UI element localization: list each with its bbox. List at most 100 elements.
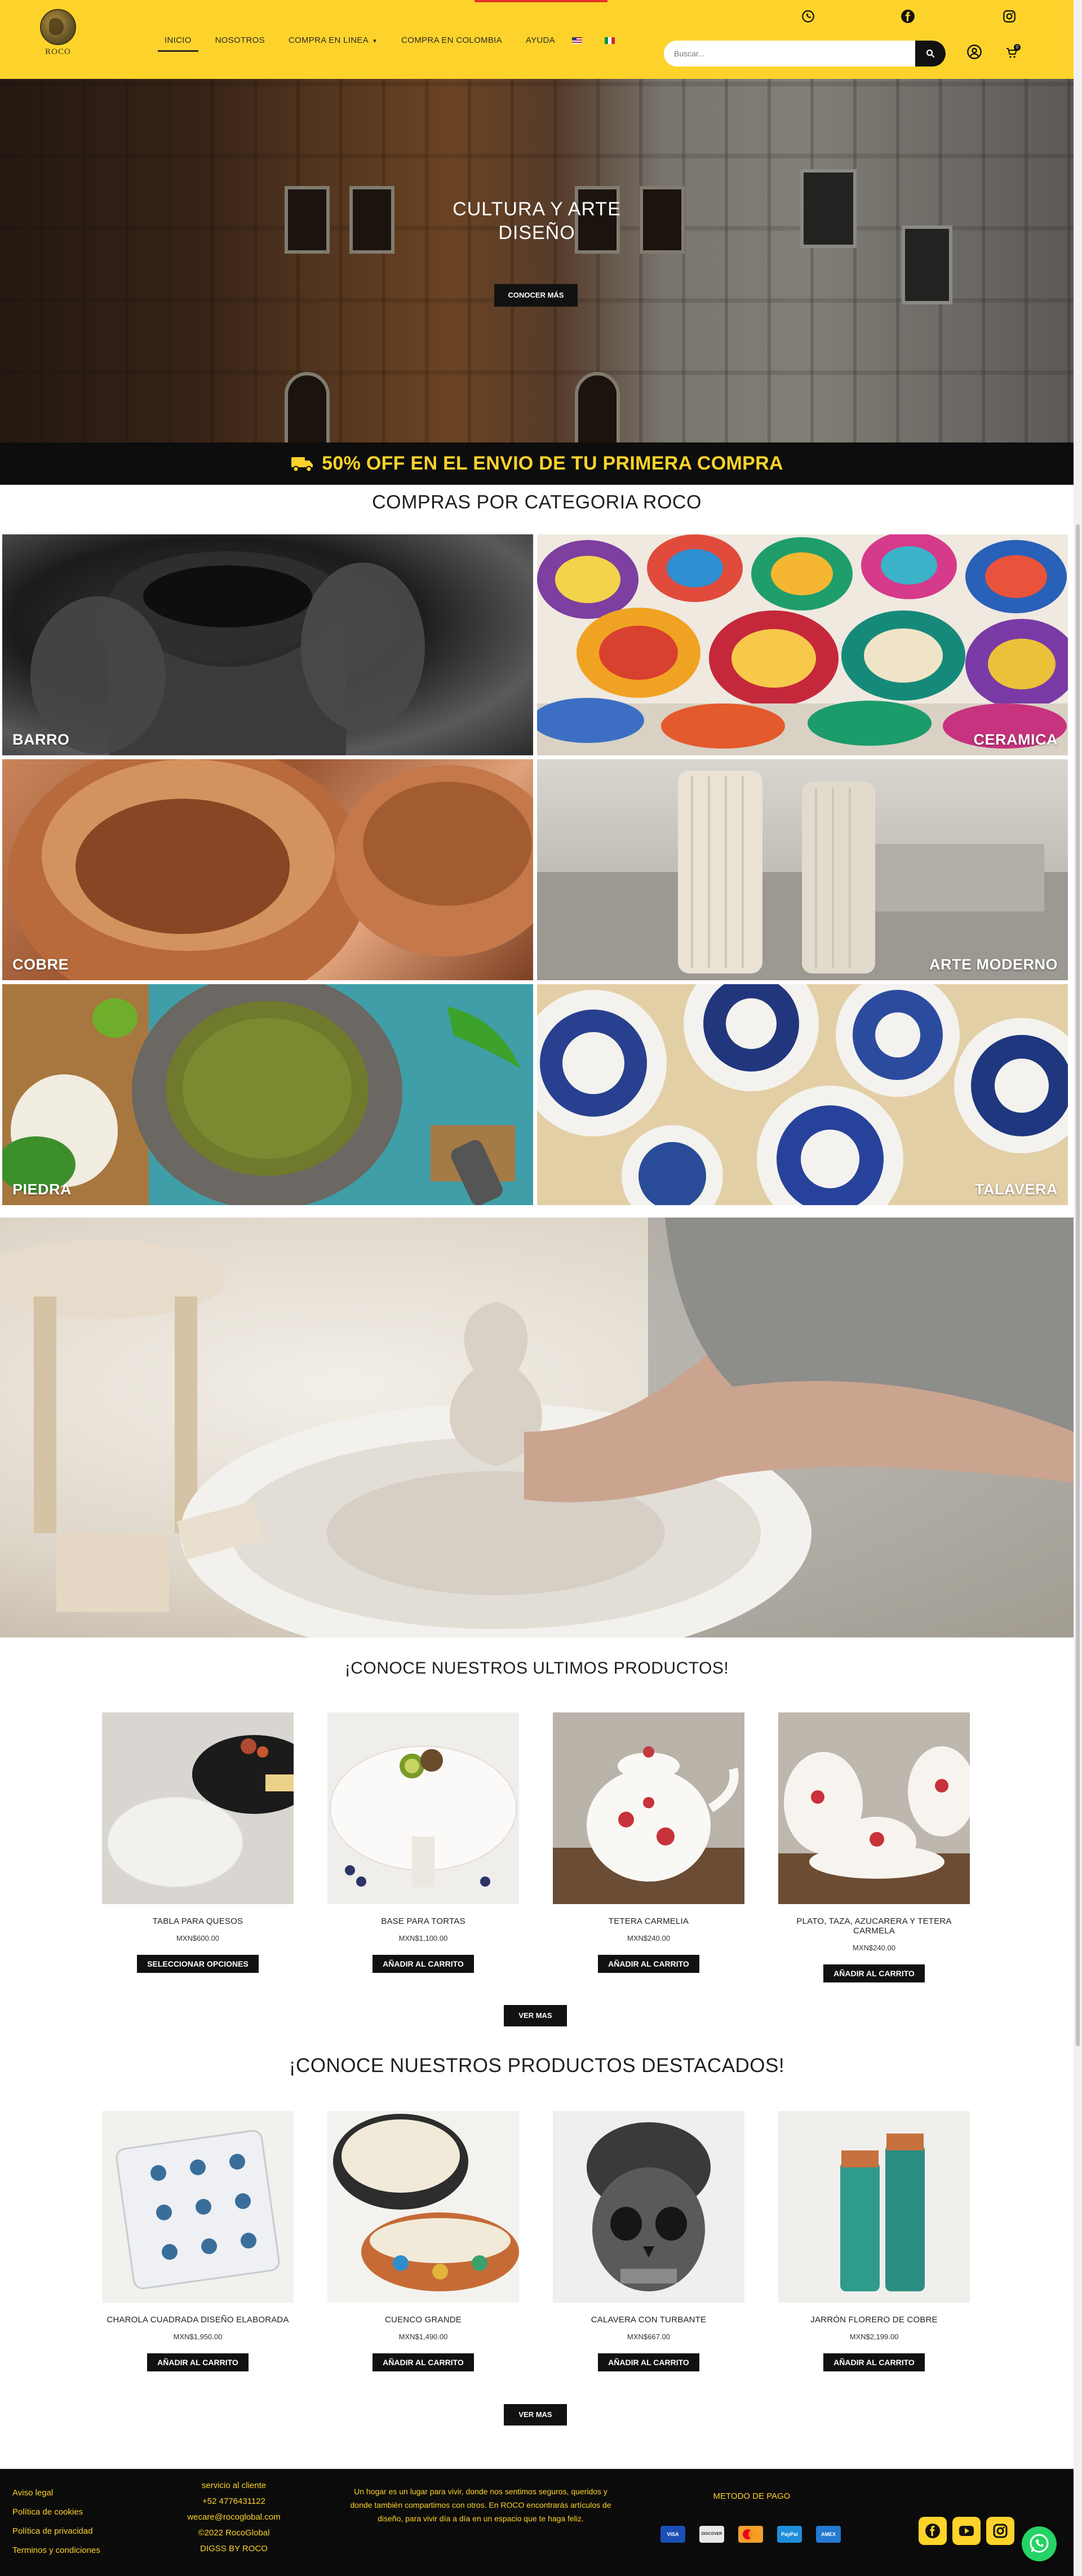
select-options-button[interactable]: SELECCIONAR OPCIONES (137, 1955, 259, 1973)
site-footer: Aviso legal Política de cookies Política… (0, 2469, 1074, 2576)
category-label: BARRO (12, 731, 70, 748)
add-to-cart-button[interactable]: AÑADIR AL CARRITO (823, 2353, 925, 2371)
category-ceramica[interactable]: CERAMICA (537, 534, 1068, 755)
category-label: COBRE (12, 956, 69, 973)
ver-mas-featured-button[interactable]: VER MAS (504, 2404, 567, 2425)
jarron-cobre-image (778, 2111, 970, 2303)
site-header: ROCO INICIO NOSOTROS COMPRA EN LINEA ▼ CO… (0, 0, 1074, 79)
product-price: MXN$1,100.00 (398, 1934, 448, 1942)
product-price: MXN$600.00 (176, 1934, 219, 1942)
hero-banner: CULTURA Y ARTE DISEÑO CONOCER MÁS (0, 79, 1074, 442)
product-image[interactable] (778, 1712, 970, 1904)
whatsapp-icon (1030, 2534, 1049, 2553)
whatsapp-icon[interactable] (801, 9, 815, 24)
facebook-icon[interactable] (901, 9, 915, 24)
add-to-cart-button[interactable]: AÑADIR AL CARRITO (373, 1955, 474, 1973)
hero-title: CULTURA Y ARTE DISEÑO (0, 197, 1074, 245)
logo-text: ROCO (45, 47, 71, 56)
product-image[interactable] (327, 1712, 519, 1904)
plato-taza-image (778, 1712, 970, 1904)
footer-link-aviso-legal[interactable]: Aviso legal (12, 2488, 53, 2498)
product-name: CUENCO GRANDE (385, 2315, 462, 2325)
product-image[interactable] (102, 2111, 294, 2303)
nav-inicio[interactable]: INICIO (158, 33, 198, 52)
category-arte-moderno[interactable]: ARTE MODERNO (537, 759, 1068, 980)
hero-title-line2: DISEÑO (498, 222, 575, 244)
globe-logo-icon (40, 9, 76, 45)
footer-instagram-button[interactable] (986, 2517, 1014, 2545)
product-name: BASE PARA TORTAS (381, 1916, 465, 1926)
scrollbar-thumb[interactable] (1076, 524, 1080, 2046)
base-tortas-image (327, 1712, 519, 1904)
roco-logo[interactable]: ROCO (38, 9, 78, 57)
mastercard-logo (743, 2529, 759, 2539)
search-button[interactable] (915, 41, 946, 67)
footer-link-terminos[interactable]: Terminos y condiciones (12, 2546, 100, 2555)
charola-image (102, 2111, 294, 2303)
hero-overlay (0, 79, 1074, 442)
add-to-cart-button[interactable]: AÑADIR AL CARRITO (373, 2353, 474, 2371)
product-image[interactable] (553, 1712, 744, 1904)
search-input[interactable] (664, 41, 915, 67)
footer-link-privacidad[interactable]: Política de privacidad (12, 2526, 93, 2536)
search-bar (664, 41, 946, 67)
category-cobre[interactable]: COBRE (2, 759, 533, 980)
ver-mas-latest-button[interactable]: VER MAS (504, 2005, 567, 2026)
product-card: CALAVERA CON TURBANTE MXN$667.00 AÑADIR … (553, 2111, 744, 2371)
footer-youtube-button[interactable] (952, 2517, 981, 2545)
product-name: TETERA CARMELIA (608, 1916, 689, 1926)
page-scrollbar[interactable] (1074, 0, 1082, 2576)
category-label: TALAVERA (975, 1181, 1058, 1198)
category-arte-moderno-image (537, 771, 1068, 980)
product-image[interactable] (327, 2111, 519, 2303)
payment-title: METODO DE PAGO (713, 2491, 791, 2501)
us-flag-icon[interactable] (571, 37, 582, 44)
cart-button[interactable]: 0 (1005, 44, 1022, 61)
product-image[interactable] (102, 1712, 294, 1904)
product-image[interactable] (553, 2111, 744, 2303)
paypal-icon: PayPal (777, 2526, 802, 2543)
product-price: MXN$240.00 (627, 1934, 670, 1942)
product-price: MXN$667.00 (627, 2332, 670, 2341)
cart-count-badge: 0 (1014, 44, 1021, 51)
product-name: JARRÓN FLORERO DE COBRE (810, 2315, 938, 2325)
product-price: MXN$2,199.00 (849, 2332, 899, 2341)
conocer-mas-button[interactable]: CONOCER MÁS (494, 284, 578, 307)
search-icon (926, 49, 935, 58)
footer-email[interactable]: wecare@rocoglobal.com (169, 2509, 299, 2525)
nav-nosotros[interactable]: NOSOTROS (209, 33, 272, 48)
category-piedra[interactable]: PIEDRA (2, 984, 533, 1205)
nav-compra-en-linea[interactable]: COMPRA EN LINEA ▼ (282, 33, 384, 48)
product-price: MXN$1,490.00 (398, 2332, 448, 2341)
product-price: MXN$1,950.00 (173, 2332, 223, 2341)
truck-icon (291, 457, 313, 472)
product-name: CHAROLA CUADRADA DISEÑO ELABORADA (107, 2315, 289, 2325)
hero-title-line1: CULTURA Y ARTE (453, 198, 621, 220)
footer-phone[interactable]: +52 4776431122 (169, 2494, 299, 2509)
product-card: TABLA PARA QUESOS MXN$600.00 SELECCIONAR… (102, 1712, 294, 1973)
footer-facebook-button[interactable] (919, 2517, 947, 2545)
nav-ayuda[interactable]: AYUDA (519, 33, 562, 48)
account-icon[interactable] (966, 44, 982, 60)
add-to-cart-button[interactable]: AÑADIR AL CARRITO (823, 1964, 925, 1982)
add-to-cart-button[interactable]: AÑADIR AL CARRITO (598, 2353, 699, 2371)
calavera-image (553, 2111, 744, 2303)
category-talavera[interactable]: TALAVERA (537, 984, 1068, 1205)
add-to-cart-button[interactable]: AÑADIR AL CARRITO (147, 2353, 249, 2371)
chevron-down-icon: ▼ (371, 38, 378, 45)
instagram-icon (993, 2524, 1008, 2538)
instagram-icon[interactable] (1002, 9, 1017, 24)
promo-banner[interactable]: 50% OFF EN EL ENVIO DE TU PRIMERA COMPRA (0, 442, 1074, 485)
category-barro-image (30, 551, 425, 755)
product-image[interactable] (778, 2111, 970, 2303)
product-card: BASE PARA TORTAS MXN$1,100.00 AÑADIR AL … (327, 1712, 519, 1973)
footer-link-cookies[interactable]: Política de cookies (12, 2507, 83, 2517)
product-name: CALAVERA CON TURBANTE (591, 2315, 707, 2325)
nav-compra-en-colombia[interactable]: COMPRA EN COLOMBIA (394, 33, 509, 48)
italy-flag-icon[interactable] (604, 37, 615, 44)
category-barro[interactable]: BARRO (2, 534, 533, 755)
add-to-cart-button[interactable]: AÑADIR AL CARRITO (598, 1955, 699, 1973)
main-nav: INICIO NOSOTROS COMPRA EN LINEA ▼ COMPRA … (158, 33, 637, 52)
pottery-scene (0, 1218, 1074, 1637)
whatsapp-float-button[interactable] (1022, 2526, 1057, 2561)
